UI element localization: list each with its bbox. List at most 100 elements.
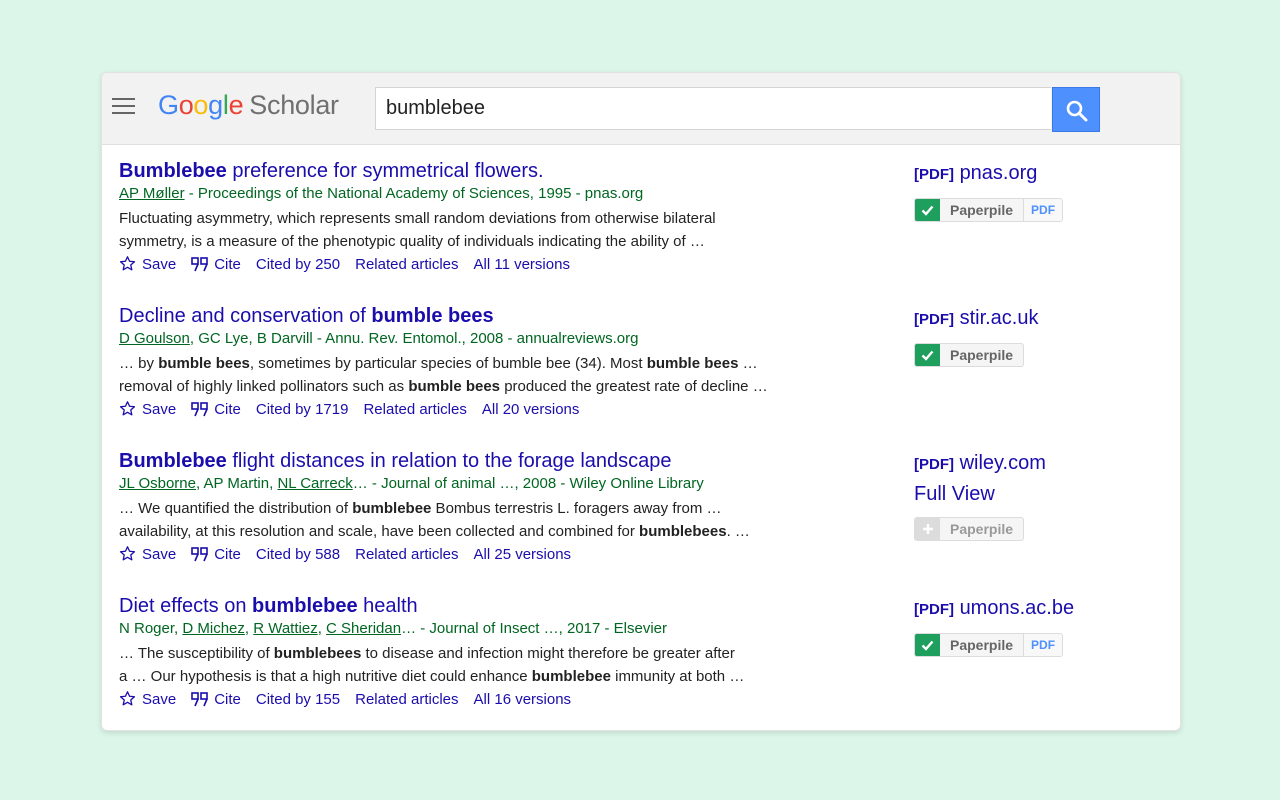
save-button[interactable]: Save [119,255,176,275]
result-side-panel: [PDF] stir.ac.uk Paperpile [914,306,1038,367]
result-byline: N Roger, D Michez, R Wattiez, C Sheridan… [119,620,668,637]
result-byline: AP Møller - Proceedings of the National … [119,185,644,202]
author-link[interactable]: R Wattiez [253,620,317,637]
paperpile-button[interactable]: Paperpile [914,517,1025,541]
author-link[interactable]: NL Carreck [277,475,352,492]
highlight-term: Bumblebee [119,160,227,182]
logo-letter: G [158,90,179,120]
result-side-panel: [PDF] wiley.com Full View Paperpile [914,451,1046,541]
cited-by-link[interactable]: Cited by 250 [256,255,340,275]
paperpile-pdf-badge[interactable]: PDF [1023,199,1063,221]
result-title-link[interactable]: Diet effects on bumblebee health [119,594,879,618]
cite-button[interactable]: Cite [191,545,241,565]
all-versions-link[interactable]: All 25 versions [474,545,572,565]
star-icon [119,256,136,271]
highlight-term: bumble bees [408,378,501,395]
search-result: Decline and conservation of bumble bees D… [119,304,879,420]
cite-button[interactable]: Cite [191,255,241,275]
header-bar: Google Scholar [102,73,1180,145]
result-title-link[interactable]: Bumblebee flight distances in relation t… [119,449,879,473]
all-versions-link[interactable]: All 11 versions [474,255,570,275]
result-snippet: … We quantified the distribution of bumb… [119,500,750,540]
pdf-domain: wiley.com [959,452,1046,474]
related-articles-link[interactable]: Related articles [355,255,458,275]
pdf-tag: [PDF] [914,601,954,618]
result-title-link[interactable]: Bumblebee preference for symmetrical flo… [119,159,879,183]
pdf-domain: stir.ac.uk [959,307,1039,329]
cited-by-link[interactable]: Cited by 1719 [256,400,349,420]
paperpile-button[interactable]: Paperpile PDF [914,198,1064,222]
logo-scholar-text: Scholar [249,90,339,120]
all-versions-link[interactable]: All 16 versions [474,690,572,710]
highlight-term: Bumblebee [119,450,227,472]
google-scholar-logo[interactable]: Google Scholar [158,90,339,121]
pdf-tag: [PDF] [914,166,954,183]
logo-google-text: Google [158,90,244,120]
paperpile-label: Paperpile [950,347,1014,363]
highlight-term: bumble bees [371,305,494,327]
cited-by-link[interactable]: Cited by 155 [256,690,340,710]
cited-by-link[interactable]: Cited by 588 [256,545,340,565]
quote-icon [191,692,209,707]
save-button[interactable]: Save [119,545,176,565]
highlight-term: bumblebees [639,523,727,540]
cite-button[interactable]: Cite [191,690,241,710]
highlight-term: bumblebees [273,645,362,662]
highlight-term: bumble bees [158,355,250,372]
paperpile-button[interactable]: Paperpile [914,343,1025,367]
check-icon [915,199,940,221]
logo-letter: e [228,90,244,120]
highlight-term: bumblebee [531,668,611,685]
pdf-link[interactable]: [PDF] stir.ac.uk [914,306,1038,332]
result-actions: Save Cite Cited by 155 Related articles All … [119,690,879,710]
hamburger-menu-icon[interactable] [112,98,135,116]
check-icon [915,344,940,366]
star-icon [119,401,136,416]
paperpile-button[interactable]: Paperpile PDF [914,633,1064,657]
result-snippet: Fluctuating asymmetry, which represents … [119,210,716,250]
author-link[interactable]: D Goulson [119,330,190,347]
result-byline: D Goulson, GC Lye, B Darvill - Annu. Rev… [119,330,639,347]
result-title-link[interactable]: Decline and conservation of bumble bees [119,304,879,328]
save-button[interactable]: Save [119,690,176,710]
author-link[interactable]: AP Møller [119,185,185,202]
paperpile-label: Paperpile [950,521,1014,537]
author-link[interactable]: C Sheridan [326,620,401,637]
result-byline: JL Osborne, AP Martin, NL Carreck… - Jou… [119,475,704,492]
paperpile-pdf-badge[interactable]: PDF [1023,634,1063,656]
pdf-tag: [PDF] [914,311,954,328]
result-side-panel: [PDF] umons.ac.be Paperpile PDF [914,596,1074,657]
full-view-link[interactable]: Full View [914,482,1046,506]
result-actions: Save Cite Cited by 588 Related articles All … [119,545,879,565]
quote-icon [191,547,209,562]
save-button[interactable]: Save [119,400,176,420]
star-icon [119,691,136,706]
pdf-domain: pnas.org [959,162,1038,184]
star-icon [119,546,136,561]
highlight-term: bumblebee [352,500,432,517]
author-link[interactable]: D Michez [182,620,245,637]
result-snippet: … The susceptibility of bumblebees to di… [119,645,745,685]
highlight-term: bumblebee [252,595,358,617]
pdf-domain: umons.ac.be [959,597,1075,619]
pdf-link[interactable]: [PDF] pnas.org [914,161,1063,187]
result-actions: Save Cite Cited by 1719 Related articles All… [119,400,879,420]
result-snippet: … by bumble bees, sometimes by particula… [119,355,768,395]
all-versions-link[interactable]: All 20 versions [482,400,580,420]
author-link[interactable]: JL Osborne [119,475,196,492]
pdf-link[interactable]: [PDF] wiley.com [914,451,1046,477]
paperpile-label: Paperpile [950,637,1014,653]
check-icon [915,634,940,656]
quote-icon [191,257,209,272]
pdf-link[interactable]: [PDF] umons.ac.be [914,596,1074,622]
search-input[interactable] [375,87,1051,130]
search-icon [1066,100,1088,122]
cite-button[interactable]: Cite [191,400,241,420]
result-actions: Save Cite Cited by 250 Related articles All … [119,255,879,275]
logo-letter: o [193,90,209,120]
related-articles-link[interactable]: Related articles [355,690,458,710]
search-button[interactable] [1052,87,1100,132]
related-articles-link[interactable]: Related articles [363,400,466,420]
result-side-panel: [PDF] pnas.org Paperpile PDF [914,161,1064,222]
related-articles-link[interactable]: Related articles [355,545,458,565]
